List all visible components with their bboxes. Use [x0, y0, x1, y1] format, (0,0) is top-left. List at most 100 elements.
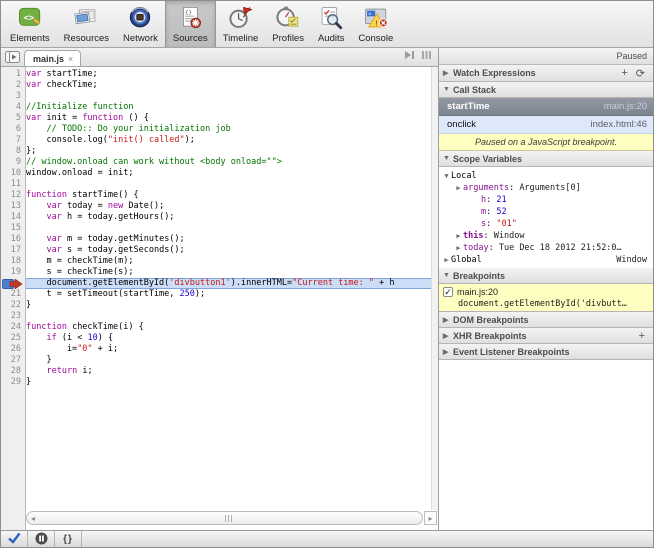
gutter-line-number[interactable]: 5: [1, 113, 25, 124]
gutter-line-number[interactable]: 18: [1, 256, 25, 267]
code-line[interactable]: }: [26, 355, 438, 366]
add-watch-expression-icon[interactable]: +: [617, 67, 631, 79]
code-line[interactable]: }: [26, 300, 438, 311]
code-line[interactable]: var checkTime;: [26, 80, 438, 91]
gutter-line-number[interactable]: 7: [1, 135, 25, 146]
gutter-line-number[interactable]: 3: [1, 91, 25, 102]
gutter-line-number[interactable]: 24: [1, 322, 25, 333]
code-line[interactable]: t = setTimeout(startTime, 250);: [26, 289, 438, 300]
deobfuscate-toggle-button[interactable]: [1, 531, 28, 547]
gutter-line-number[interactable]: 22: [1, 300, 25, 311]
gutter-line-number[interactable]: 8: [1, 146, 25, 157]
code-line[interactable]: // window.onload can work without <body …: [26, 157, 438, 168]
code-line[interactable]: document.getElementById('divbutton1').in…: [26, 278, 438, 289]
disclosure-triangle[interactable]: ▶: [442, 254, 451, 266]
gutter-line-number[interactable]: 29: [1, 377, 25, 388]
scope-row[interactable]: ▼Local: [439, 170, 653, 182]
code-line[interactable]: var startTime;: [26, 69, 438, 80]
code-line[interactable]: var s = today.getSeconds();: [26, 245, 438, 256]
open-resource-icon[interactable]: [404, 50, 417, 62]
gutter-line-number[interactable]: 11: [1, 179, 25, 190]
scope-row[interactable]: ▶GlobalWindow: [439, 254, 653, 266]
gutter-line-number[interactable]: 12: [1, 190, 25, 201]
code-line[interactable]: window.onload = init;: [26, 168, 438, 179]
disclosure-triangle[interactable]: ▶: [443, 332, 453, 340]
breakpoints-header[interactable]: ▼ Breakpoints: [439, 268, 653, 284]
horizontal-scrollbar[interactable]: ◂: [26, 511, 423, 525]
code-line[interactable]: console.log("init() called");: [26, 135, 438, 146]
toolbar-button-profiles[interactable]: Profiles: [265, 1, 311, 47]
code-line[interactable]: }: [26, 377, 438, 388]
gutter-line-number[interactable]: 2: [1, 80, 25, 91]
toolbar-button-resources[interactable]: Resources: [57, 1, 116, 47]
toolbar-button-timeline[interactable]: Timeline: [216, 1, 266, 47]
gutter-line-number[interactable]: 27: [1, 355, 25, 366]
scroll-left-icon[interactable]: ◂: [27, 514, 35, 523]
code-line[interactable]: };: [26, 146, 438, 157]
disclosure-triangle[interactable]: ▶: [443, 69, 453, 77]
code-line[interactable]: return i;: [26, 366, 438, 377]
toolbar-button-sources[interactable]: {} Sources: [165, 1, 216, 47]
gutter-line-number[interactable]: 26: [1, 344, 25, 355]
scroll-right-icon[interactable]: ▸: [424, 511, 437, 525]
code-line[interactable]: var today = new Date();: [26, 201, 438, 212]
pretty-print-button[interactable]: {}: [55, 531, 82, 547]
tab-close-icon[interactable]: ×: [68, 54, 73, 64]
call-stack-header[interactable]: ▼ Call Stack: [439, 82, 653, 98]
gutter-line-number[interactable]: 14: [1, 212, 25, 223]
gutter-line-number[interactable]: 15: [1, 223, 25, 234]
refresh-watch-icon[interactable]: ⟳: [632, 67, 649, 80]
disclosure-triangle[interactable]: ▼: [443, 272, 453, 279]
code-line[interactable]: i="0" + i;: [26, 344, 438, 355]
code-line[interactable]: function checkTime(i) {: [26, 322, 438, 333]
breakpoint-location[interactable]: main.js:20: [457, 287, 498, 297]
scope-row[interactable]: ▶this: Window: [439, 230, 653, 242]
code-line[interactable]: s = checkTime(s);: [26, 267, 438, 278]
scrollbar-grip[interactable]: [225, 515, 232, 522]
gutter-line-number[interactable]: 23: [1, 311, 25, 322]
gutter-line-number[interactable]: 28: [1, 366, 25, 377]
code-line[interactable]: [26, 223, 438, 234]
code-line[interactable]: var h = today.getHours();: [26, 212, 438, 223]
editor-options-icon[interactable]: [421, 50, 432, 62]
gutter-line-number[interactable]: 16: [1, 234, 25, 245]
scope-variables-header[interactable]: ▼ Scope Variables: [439, 151, 653, 167]
call-stack-frame[interactable]: onclick index.html:46: [439, 116, 653, 134]
event-listener-breakpoints-header[interactable]: ▶ Event Listener Breakpoints: [439, 344, 653, 360]
code-line[interactable]: // TODO:: Do your initialization job: [26, 124, 438, 135]
gutter-line-number[interactable]: 9: [1, 157, 25, 168]
tab-main-js[interactable]: main.js ×: [24, 50, 81, 66]
code-line[interactable]: var init = function () {: [26, 113, 438, 124]
scope-row[interactable]: ▶arguments: Arguments[0]: [439, 182, 653, 194]
disclosure-triangle[interactable]: ▶: [443, 348, 453, 356]
breakpoint-entry[interactable]: ✓ main.js:20 document.getElementById('di…: [439, 284, 653, 312]
disclosure-triangle[interactable]: ▼: [442, 170, 451, 182]
code-line[interactable]: //Initialize function: [26, 102, 438, 113]
code-line[interactable]: if (i < 10) {: [26, 333, 438, 344]
call-stack-frame[interactable]: startTime main.js:20: [439, 98, 653, 116]
watch-expressions-header[interactable]: ▶ Watch Expressions + ⟳: [439, 65, 653, 82]
pause-on-exceptions-button[interactable]: [28, 531, 55, 547]
code-line[interactable]: var m = today.getMinutes();: [26, 234, 438, 245]
dom-breakpoints-header[interactable]: ▶ DOM Breakpoints: [439, 312, 653, 328]
gutter-line-number[interactable]: 4: [1, 102, 25, 113]
gutter-line-number[interactable]: 13: [1, 201, 25, 212]
gutter-line-number[interactable]: [1, 278, 25, 289]
toolbar-button-network[interactable]: Network: [116, 1, 165, 47]
code-line[interactable]: m = checkTime(m);: [26, 256, 438, 267]
scope-row[interactable]: s: "01": [439, 218, 653, 230]
gutter-line-number[interactable]: 10: [1, 168, 25, 179]
code-line[interactable]: [26, 179, 438, 190]
disclosure-triangle[interactable]: ▼: [443, 86, 453, 93]
gutter-line-number[interactable]: 25: [1, 333, 25, 344]
gutter-line-number[interactable]: 21: [1, 289, 25, 300]
disclosure-triangle[interactable]: ▶: [454, 182, 463, 194]
gutter-line-number[interactable]: 1: [1, 69, 25, 80]
gutter-line-number[interactable]: 6: [1, 124, 25, 135]
toolbar-button-console[interactable]: >_! Console: [351, 1, 400, 47]
disclosure-triangle[interactable]: ▶: [443, 316, 453, 324]
breakpoint-checkbox[interactable]: ✓: [443, 287, 453, 297]
gutter-line-number[interactable]: 17: [1, 245, 25, 256]
scope-row[interactable]: m: 52: [439, 206, 653, 218]
scope-row[interactable]: h: 21: [439, 194, 653, 206]
